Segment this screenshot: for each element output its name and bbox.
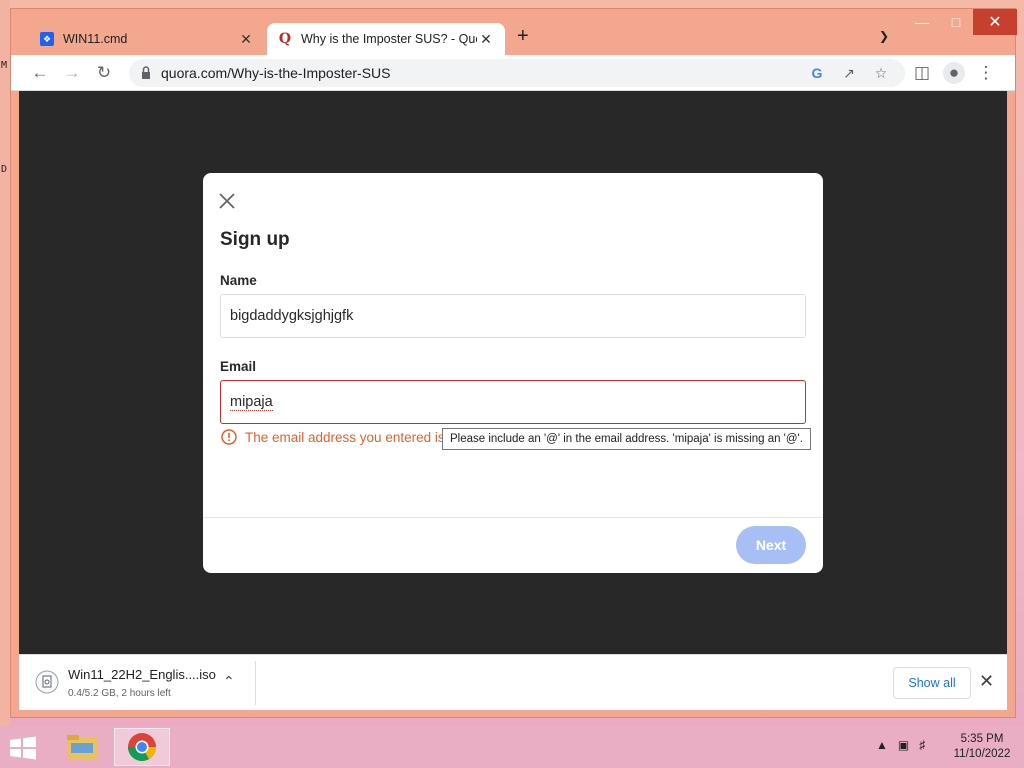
desktop-icon-fragment: D [1,164,8,175]
tab-strip: ❖ WIN11.cmd ✕ Q Why is the Imposter SUS?… [11,9,1017,55]
chrome-icon [128,733,156,761]
back-button[interactable]: ← [29,62,51,84]
windows-start-icon[interactable] [8,736,38,760]
chrome-taskbar-button[interactable] [114,728,170,766]
download-filename[interactable]: Win11_22H2_Englis....iso [68,667,216,682]
download-shelf: Win11_22H2_Englis....iso 0.4/5.2 GB, 2 h… [19,654,1007,710]
chevron-up-icon[interactable]: ⌃ [223,673,235,690]
modal-title: Sign up [220,229,290,250]
system-tray: ▲ ▣ ♯ [876,738,925,752]
desktop-edge: M D [0,0,10,726]
tab-close-icon[interactable]: ✕ [477,31,495,48]
page-content: Sign up Name bigdaddygksjghjgfk Email mi… [19,91,1007,654]
download-status: 0.4/5.2 GB, 2 hours left [68,688,171,699]
name-label: Name [220,273,257,288]
tab-search-chevron-icon[interactable]: ❯ [879,29,889,43]
reload-button[interactable]: ↻ [93,62,115,84]
bookmark-star-icon[interactable]: ☆ [871,63,891,83]
folder-icon [67,735,97,759]
shelf-divider [255,661,256,705]
network-icon[interactable]: ▣ [898,738,909,752]
modal-divider [203,517,823,518]
dropbox-icon: ❖ [39,31,55,47]
close-icon[interactable]: ✕ [979,671,994,692]
new-tab-button[interactable]: + [517,25,529,48]
tab-title: WIN11.cmd [63,32,128,46]
disc-image-file-icon[interactable] [35,670,59,694]
url-text: quora.com/Why-is-the-Imposter-SUS [161,65,391,81]
clock-time: 5:35 PM [960,733,1004,745]
google-translate-icon[interactable]: G [807,63,827,83]
tab-close-icon[interactable]: ✕ [237,31,255,48]
maximize-button[interactable]: □ [939,9,973,35]
taskbar: ▲ ▣ ♯ 5:35 PM 11/10/2022 [0,726,1024,768]
address-bar[interactable]: quora.com/Why-is-the-Imposter-SUS G ↗ ☆ [129,59,905,87]
desktop-icon-fragment: M [1,60,8,71]
tab-win11-cmd[interactable]: ❖ WIN11.cmd ✕ [29,23,265,55]
validation-tooltip: Please include an '@' in the email addre… [442,428,811,450]
browser-toolbar: ← → ↻ quora.com/Why-is-the-Imposter-SUS … [11,55,1015,91]
tab-quora[interactable]: Q Why is the Imposter SUS? - Quora ✕ [267,23,505,55]
volume-icon[interactable]: ♯ [919,738,925,752]
email-input[interactable]: mipaja [220,380,806,424]
email-value: mipaja [230,394,273,411]
clock[interactable]: 5:35 PM 11/10/2022 [950,732,1014,762]
error-circle-icon [221,429,237,445]
minimize-button[interactable]: — [905,9,939,35]
show-all-button[interactable]: Show all [893,667,971,699]
close-window-button[interactable]: ✕ [973,9,1017,35]
file-explorer-button[interactable] [54,728,110,766]
share-icon[interactable]: ↗ [839,63,859,83]
quora-icon: Q [278,31,292,47]
side-panel-icon[interactable]: ◫ [911,62,933,84]
email-label: Email [220,359,257,374]
chrome-window: ❖ WIN11.cmd ✕ Q Why is the Imposter SUS?… [10,8,1017,718]
next-button[interactable]: Next [736,526,806,564]
name-input[interactable]: bigdaddygksjghjgfk [220,294,806,338]
email-error: The email address you entered is n [221,429,456,445]
lock-icon [142,66,150,79]
error-text: The email address you entered is n [245,429,456,445]
clock-date: 11/10/2022 [953,748,1011,760]
name-value: bigdaddygksjghjgfk [230,308,354,324]
tab-title: Why is the Imposter SUS? - Quora [301,32,477,46]
close-icon[interactable] [217,191,237,211]
menu-kebab-icon[interactable]: ⋮ [975,62,997,84]
signup-modal: Sign up Name bigdaddygksjghjgfk Email mi… [203,173,823,573]
forward-button[interactable]: → [61,62,83,84]
profile-avatar[interactable]: ● [943,62,965,84]
tray-expand-icon[interactable]: ▲ [876,738,888,752]
